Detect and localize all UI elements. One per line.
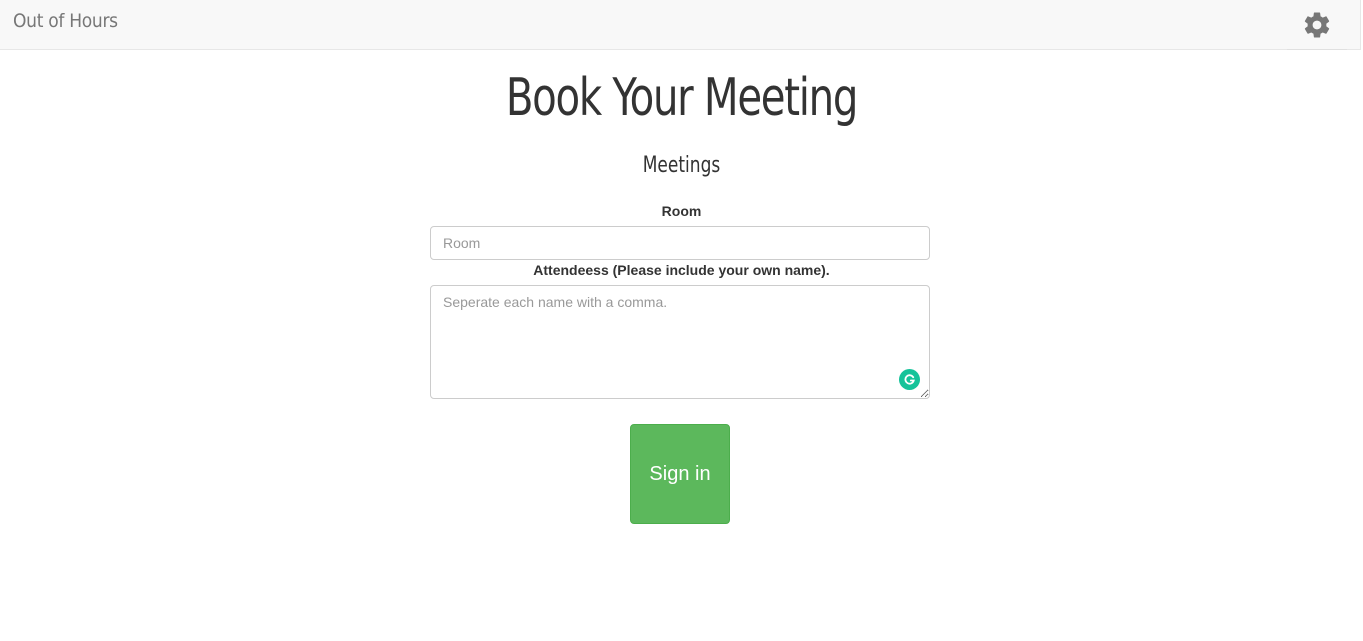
page-title: Book Your Meeting (505, 68, 859, 128)
section-title: Meetings (642, 153, 721, 178)
grammarly-badge[interactable] (899, 369, 920, 390)
navbar: Out of Hours (0, 0, 1361, 50)
attendees-textarea[interactable] (430, 285, 930, 399)
room-label: Room (661, 203, 702, 219)
room-input[interactable] (430, 226, 930, 260)
grammarly-icon (904, 374, 915, 385)
settings-button[interactable] (1287, 0, 1347, 50)
sign-in-button[interactable]: Sign in (630, 424, 730, 524)
gear-icon (1304, 12, 1330, 37)
brand-link[interactable]: Out of Hours (13, 10, 118, 32)
attendees-label: Attendeess (Please include your own name… (533, 262, 830, 278)
